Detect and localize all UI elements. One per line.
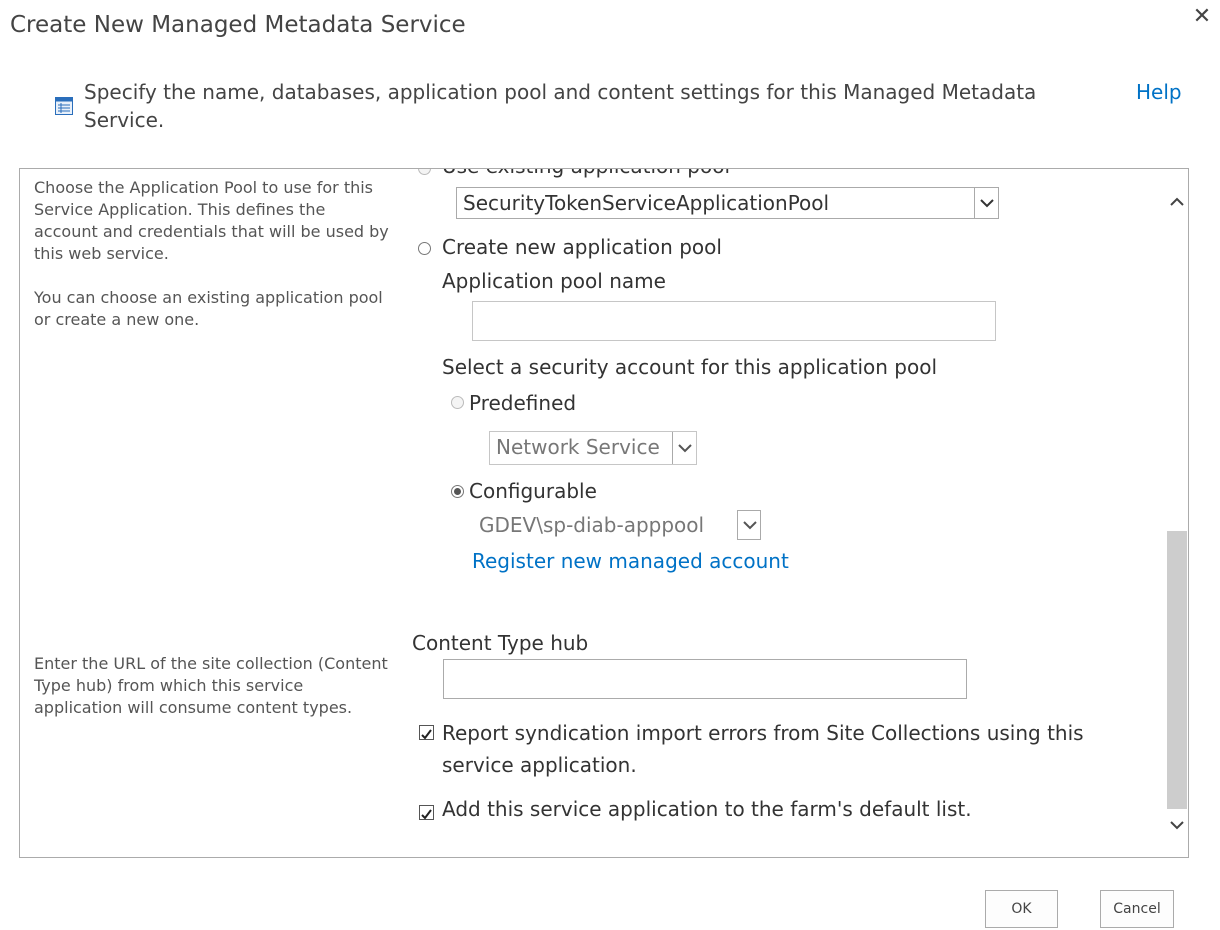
predefined-radio[interactable] — [451, 396, 464, 409]
security-account-label: Select a security account for this appli… — [442, 355, 938, 379]
add-default-list-label: Add this service application to the farm… — [442, 797, 972, 821]
help-link[interactable]: Help — [1136, 80, 1182, 104]
configurable-account-select[interactable]: GDEV\sp-diab-apppool — [472, 509, 762, 541]
use-existing-pool-radio[interactable] — [418, 169, 431, 175]
chevron-down-icon — [1170, 821, 1184, 830]
content-type-hub-label: Content Type hub — [412, 631, 589, 655]
close-icon: ✕ — [1192, 4, 1212, 29]
settings-scroll-area[interactable]: Choose the Application Pool to use for t… — [20, 169, 1166, 857]
existing-pool-select[interactable]: SecurityTokenServiceApplicationPool — [456, 187, 999, 219]
create-new-pool-radio[interactable] — [418, 242, 431, 255]
predefined-label: Predefined — [469, 391, 577, 415]
close-button[interactable]: ✕ — [1189, 4, 1215, 30]
content-type-hub-description: Enter the URL of the site collection (Co… — [34, 654, 388, 717]
configurable-label: Configurable — [469, 479, 597, 503]
app-pool-description: Choose the Application Pool to use for t… — [34, 178, 389, 329]
chevron-up-icon — [1170, 197, 1184, 206]
chevron-down-icon — [672, 432, 696, 464]
ok-button[interactable]: OK — [985, 890, 1058, 928]
add-default-list-checkbox[interactable] — [419, 805, 434, 820]
scroll-up-button[interactable] — [1167, 189, 1187, 213]
content-type-hub-input[interactable] — [443, 659, 967, 699]
report-errors-checkbox[interactable] — [419, 725, 434, 740]
predefined-account-select[interactable]: Network Service — [489, 431, 697, 465]
checkmark-icon — [421, 729, 432, 740]
cancel-button[interactable]: Cancel — [1100, 890, 1174, 928]
pool-name-input[interactable] — [472, 301, 996, 341]
scroll-down-button[interactable] — [1167, 813, 1187, 837]
pool-name-label: Application pool name — [442, 269, 666, 293]
intro-text: Specify the name, databases, application… — [84, 80, 1037, 132]
register-managed-account-link[interactable]: Register new managed account — [472, 549, 789, 573]
settings-panel: Choose the Application Pool to use for t… — [19, 168, 1189, 858]
checkmark-icon — [421, 809, 432, 820]
create-new-pool-label: Create new application pool — [442, 235, 722, 259]
chevron-down-icon — [974, 188, 998, 218]
list-page-icon — [55, 97, 73, 115]
dialog-title: Create New Managed Metadata Service — [10, 12, 466, 38]
scrollbar-thumb[interactable] — [1167, 531, 1187, 809]
chevron-down-icon — [737, 510, 761, 540]
use-existing-pool-label: Use existing application pool — [442, 169, 730, 178]
vertical-scrollbar[interactable] — [1166, 169, 1188, 857]
report-errors-label: Report syndication import errors from Si… — [442, 721, 1084, 777]
configurable-radio[interactable] — [451, 485, 464, 498]
